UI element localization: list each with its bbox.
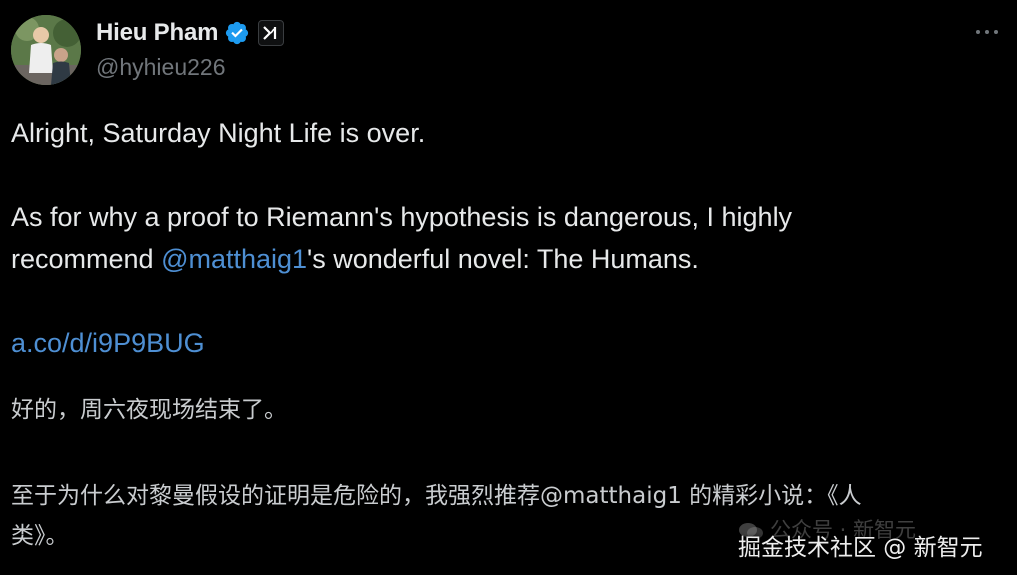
tweet-text-line: recommend @matthaig1's wonderful novel: … <box>11 244 699 275</box>
handle[interactable]: @hyhieu226 <box>96 54 226 81</box>
more-dot-icon <box>976 30 980 34</box>
mention-link[interactable]: @matthaig1 <box>161 244 307 274</box>
more-options-button[interactable] <box>970 20 1004 44</box>
tweet-line-link: a.co/d/i9P9BUG <box>11 328 205 359</box>
more-dot-icon <box>994 30 998 34</box>
author-name-row: Hieu Pham <box>96 18 285 48</box>
tweet-text-segment: recommend <box>11 244 162 274</box>
tweet-text-line: As for why a proof to Riemann's hypothes… <box>11 202 793 232</box>
avatar[interactable] <box>11 15 81 85</box>
avatar-photo-icon <box>11 15 81 85</box>
more-dot-icon <box>985 30 989 34</box>
tweet-text-line: Alright, Saturday Night Life is over. <box>11 118 426 148</box>
affiliate-logo-icon <box>263 26 277 40</box>
translation-line: 好的，周六夜现场结束了。 <box>11 397 287 423</box>
tweet-text-segment: 's wonderful novel: The Humans. <box>307 244 699 274</box>
external-link[interactable]: a.co/d/i9P9BUG <box>11 328 205 358</box>
translation-line: 类》。 <box>11 523 69 549</box>
affiliate-badge-icon[interactable] <box>258 20 285 46</box>
watermark-juejin: 掘金技术社区 @ 新智元 <box>738 535 983 561</box>
translation-line: 至于为什么对黎曼假设的证明是危险的，我强烈推荐@matthaig1 的精彩小说：… <box>11 483 862 509</box>
display-name[interactable]: Hieu Pham <box>96 19 218 47</box>
verified-badge-icon[interactable] <box>224 20 250 46</box>
